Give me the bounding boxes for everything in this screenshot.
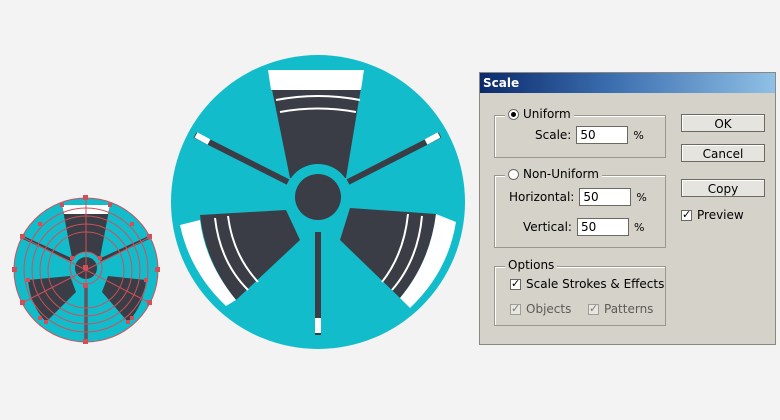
uniform-label: Uniform (523, 107, 571, 121)
uniform-radio[interactable] (508, 108, 519, 120)
options-label: Options (508, 258, 555, 272)
non-uniform-label: Non-Uniform (523, 167, 599, 181)
preview-checkbox[interactable] (681, 208, 692, 221)
scale-label: Scale: (535, 128, 572, 142)
horizontal-unit: % (636, 190, 647, 204)
ok-button[interactable]: OK (681, 114, 765, 132)
cancel-button[interactable]: Cancel (681, 144, 765, 162)
horizontal-label: Horizontal: (509, 190, 575, 204)
scale-input[interactable]: 50 (576, 126, 629, 144)
fan-icon-selected-small[interactable] (12, 195, 160, 344)
vertical-label: Vertical: (523, 220, 572, 234)
fan-icon-large[interactable] (171, 55, 465, 349)
copy-button[interactable]: Copy (681, 179, 765, 197)
non-uniform-radio[interactable] (508, 168, 519, 180)
scale-strokes-checkbox[interactable] (510, 277, 521, 290)
objects-label: Objects (526, 302, 572, 316)
objects-checkbox[interactable] (510, 302, 521, 315)
vertical-unit: % (633, 220, 645, 234)
scale-dialog: Scale Uniform Scale: 50 % Non-Uniform Ho… (479, 72, 776, 345)
scale-unit: % (633, 128, 644, 142)
horizontal-input[interactable]: 50 (579, 188, 632, 206)
patterns-checkbox[interactable] (588, 302, 599, 315)
patterns-label: Patterns (604, 302, 654, 316)
options-group: Options Scale Strokes & Effects Objects … (494, 258, 666, 326)
dialog-title: Scale (480, 73, 775, 93)
vertical-input[interactable]: 50 (576, 218, 629, 236)
artboard (12, 55, 465, 349)
preview-label: Preview (697, 208, 744, 222)
non-uniform-group: Non-Uniform Horizontal: 50 % Vertical: 5… (494, 167, 666, 248)
scale-strokes-label: Scale Strokes & Effects (526, 277, 665, 291)
uniform-group: Uniform Scale: 50 % (494, 107, 666, 158)
